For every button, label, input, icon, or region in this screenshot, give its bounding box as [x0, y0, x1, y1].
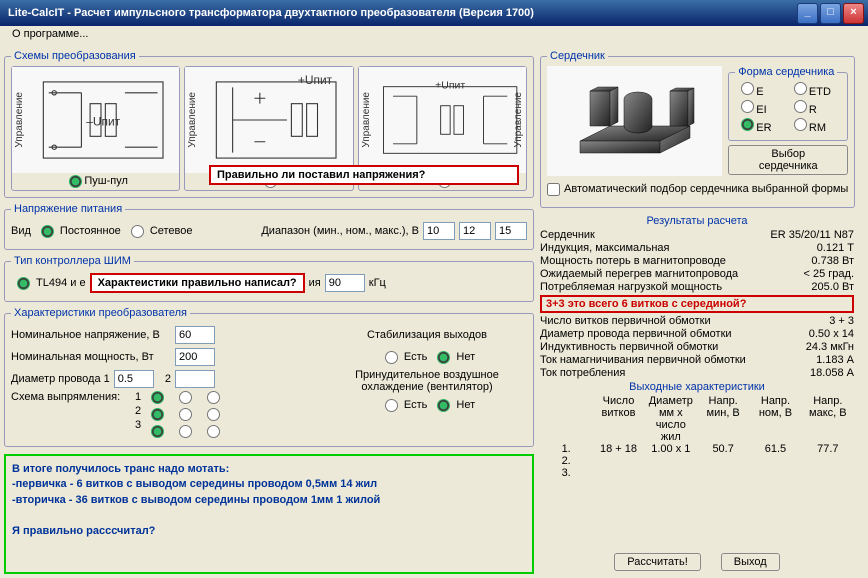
close-button[interactable]: × [843, 3, 864, 24]
shape-E-radio[interactable] [741, 82, 754, 95]
rect-2-2[interactable] [179, 408, 192, 421]
result-row: Число витков первичной обмотки3 + 3 [540, 315, 854, 327]
rect-1-3[interactable] [207, 391, 220, 404]
result-row: Мощность потерь в магнитопроводе0.738 Вт [540, 255, 854, 267]
power-constant-radio[interactable] [41, 225, 54, 238]
stab-yes-radio[interactable] [385, 351, 398, 364]
converter-group: Характеристики преобразователя Номинальн… [4, 307, 534, 447]
output-row: 3. [540, 467, 854, 479]
svg-text:–Uпит: –Uпит [86, 114, 120, 128]
cool-yes-radio[interactable] [385, 399, 398, 412]
rect-1-2[interactable] [179, 391, 192, 404]
pwm-tl494-radio[interactable] [17, 277, 30, 290]
rect-3-2[interactable] [179, 425, 192, 438]
exit-button[interactable]: Выход [721, 553, 780, 571]
menubar: О программе... [0, 26, 868, 46]
core-image [547, 66, 722, 176]
result-row: Ток намагничивания первичной обмотки1.18… [540, 354, 854, 366]
nominal-voltage-input[interactable] [175, 326, 215, 344]
scheme-pushpull: Управление –Uпит Пуш-пул [11, 66, 180, 191]
minimize-button[interactable]: _ [797, 3, 818, 24]
voltage-nom-input[interactable] [459, 222, 491, 240]
rect-2-3[interactable] [207, 408, 220, 421]
voltage-min-input[interactable] [423, 222, 455, 240]
annotation-red-1: Правильно ли поставил напряжения? [209, 165, 519, 185]
power-group: Напряжение питания Вид Постоянное Сетево… [4, 203, 534, 250]
nominal-power-input[interactable] [175, 348, 215, 366]
stab-no-radio[interactable] [437, 351, 450, 364]
calculate-button[interactable]: Рассчитать! [614, 553, 700, 571]
annotation-red-2: Характеистики правильно написал? [90, 273, 305, 293]
annotation-red-3: 3+3 это всего 6 витков с серединой? [540, 295, 854, 313]
output-row: 2. [540, 455, 854, 467]
result-row: Потребляемая нагрузкой мощность205.0 Вт [540, 281, 854, 293]
auto-core-checkbox[interactable] [547, 183, 560, 196]
wire2-input[interactable] [175, 370, 215, 388]
result-row: Диаметр провода первичной обмотки0.50 x … [540, 328, 854, 340]
shape-EI-radio[interactable] [741, 100, 754, 113]
result-row: Ток потребления18.058 А [540, 367, 854, 379]
voltage-max-input[interactable] [495, 222, 527, 240]
rect-3-3[interactable] [207, 425, 220, 438]
output-row: 1.18 + 181.00 x 150.761.577.7 [540, 443, 854, 455]
core-group: Сердечник [540, 50, 855, 208]
shape-R-radio[interactable] [794, 100, 807, 113]
pwm-group: Тип контроллера ШИМ TL494 и е Характеист… [4, 255, 534, 302]
rect-3-1[interactable] [151, 425, 164, 438]
result-row: СердечникER 35/20/11 N87 [540, 229, 854, 241]
result-row: Индукция, максимальная0.121 Т [540, 242, 854, 254]
annotation-green: В итоге получилось транс надо мотать: -п… [4, 454, 534, 574]
maximize-button[interactable]: □ [820, 3, 841, 24]
shape-ER-radio[interactable] [741, 118, 754, 131]
power-mains-radio[interactable] [131, 225, 144, 238]
svg-text:+Uпит: +Uпит [435, 81, 465, 92]
schemes-group: Схемы преобразования Управление –Uпит [4, 50, 534, 198]
menu-about[interactable]: О программе... [6, 26, 94, 42]
wire1-input[interactable] [114, 370, 154, 388]
shape-ETD-radio[interactable] [794, 82, 807, 95]
titlebar: Lite-CalcIT - Расчет импульсного трансфо… [0, 0, 868, 26]
rectifier-grid [145, 391, 221, 438]
cool-no-radio[interactable] [437, 399, 450, 412]
frequency-input[interactable] [325, 274, 365, 292]
result-row: Ожидаемый перегрев магнитопровода< 25 гр… [540, 268, 854, 280]
result-row: Индуктивность первичной обмотки24.3 мкГн [540, 341, 854, 353]
scheme-radio-1[interactable] [69, 175, 82, 188]
rect-1-1[interactable] [151, 391, 164, 404]
core-shape-group: Форма сердечника E ETD EI R ER RM [728, 66, 848, 141]
results-group: Результаты расчета СердечникER 35/20/11 … [540, 213, 854, 479]
svg-text:+Uпит: +Uпит [298, 73, 333, 87]
rect-2-1[interactable] [151, 408, 164, 421]
window-title: Lite-CalcIT - Расчет импульсного трансфо… [4, 7, 797, 19]
pick-core-button[interactable]: Выбор сердечника [728, 145, 848, 175]
shape-RM-radio[interactable] [794, 118, 807, 131]
